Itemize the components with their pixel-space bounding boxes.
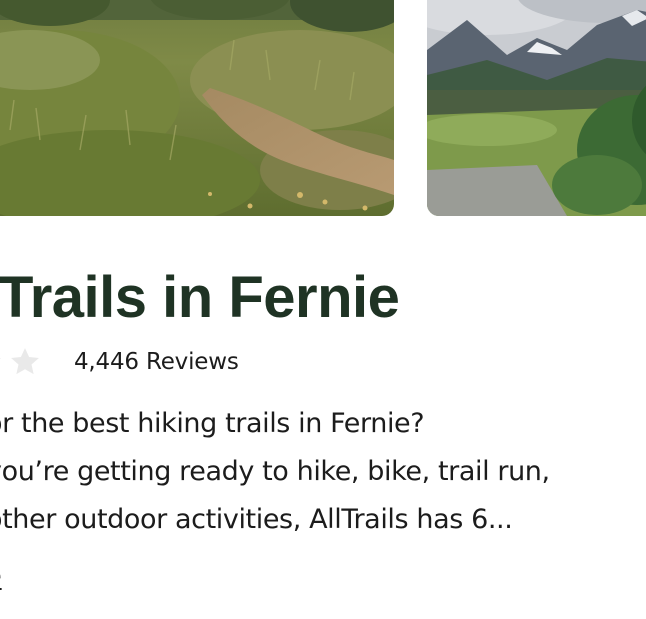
description-line: other outdoor activities, AllTrails has … — [0, 504, 513, 535]
reviews-count-link[interactable]: 4,446 Reviews — [74, 349, 239, 375]
mountain-valley-photo[interactable] — [427, 0, 646, 216]
rating-row: 4,446 Reviews — [0, 344, 239, 380]
page-title: Trails in Fernie — [0, 265, 400, 330]
description-line: or the best hiking trails in Fernie? — [0, 408, 425, 439]
star-icon — [8, 345, 42, 379]
read-more-link[interactable]: re — [0, 554, 2, 598]
star-icon — [0, 345, 4, 379]
meadow-trail-photo[interactable] — [0, 0, 394, 216]
description-line: you’re getting ready to hike, bike, trai… — [0, 456, 550, 487]
description: or the best hiking trails in Fernie? you… — [0, 400, 626, 544]
trail-page: Trails in Fernie 4,446 Reviews or the be… — [0, 0, 646, 619]
